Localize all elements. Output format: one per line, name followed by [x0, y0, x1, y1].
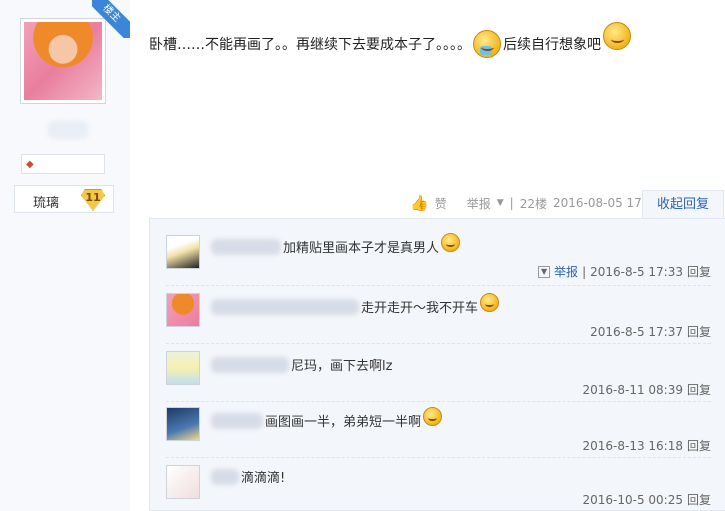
- smile-emoji-icon: [603, 22, 631, 50]
- reply-avatar[interactable]: [166, 465, 200, 499]
- reply-item: 画图画一半，弟弟短一半啊 2016-8-13 16:18 回复: [166, 405, 711, 458]
- reply-meta: 2016-8-5 17:37 回复: [590, 323, 711, 340]
- collapse-replies-button[interactable]: 收起回复: [642, 190, 724, 219]
- reply-body: 画图画一半，弟弟短一半啊: [211, 407, 444, 430]
- post-content: 卧槽……不能再画了。。再继续下去要成本子了。。。。 后续自行想象吧: [149, 22, 633, 58]
- reply-body: 走开走开～我不开车: [211, 293, 501, 316]
- reply-datetime: 2016-8-5 17:37: [590, 324, 683, 339]
- floor-number: 22楼: [519, 196, 547, 211]
- author-name-redacted[interactable]: [48, 121, 88, 139]
- reply-text: 画图画一半，弟弟短一半啊: [265, 415, 422, 430]
- separator: |: [582, 264, 587, 279]
- avatar-image: [24, 22, 102, 100]
- role-ribbon: 楼主: [92, 0, 130, 38]
- reply-username-redacted[interactable]: [211, 412, 263, 429]
- reply-username-redacted[interactable]: [211, 238, 281, 255]
- reply-meta: 2016-8-11 08:39 回复: [582, 381, 711, 398]
- reply-text: 走开走开～我不开车: [361, 301, 479, 316]
- reply-button[interactable]: 回复: [687, 437, 711, 454]
- thumbs-up-icon[interactable]: 👍: [410, 194, 429, 212]
- reply-body: 滴滴滴!: [211, 467, 285, 486]
- reply-datetime: 2016-8-5 17:33: [590, 264, 683, 279]
- reply-text: 滴滴滴!: [241, 471, 286, 486]
- level-name: 琉璃: [33, 196, 60, 211]
- reply-datetime: 2016-8-11 08:39: [582, 382, 683, 397]
- reply-item: 走开走开～我不开车 2016-8-5 17:37 回复: [166, 291, 711, 344]
- reply-text: 加精贴里画本子才是真男人: [283, 241, 440, 256]
- reply-meta: 2016-10-5 00:25 回复: [582, 491, 711, 508]
- reply-username-redacted[interactable]: [211, 468, 239, 485]
- smile-emoji-icon: [441, 233, 461, 252]
- reply-text: 尼玛，画下去啊lz: [291, 359, 393, 374]
- reply-avatar[interactable]: [166, 351, 200, 385]
- reply-button[interactable]: 回复: [687, 323, 711, 340]
- smile-emoji-icon: [480, 293, 500, 312]
- reply-report-button[interactable]: 举报: [554, 263, 578, 280]
- role-badge: 楼主: [92, 0, 130, 38]
- level-badge-icon: 11: [81, 189, 105, 211]
- dropdown-toggle-icon[interactable]: ▼: [538, 265, 551, 278]
- post-text-main: 卧槽……不能再画了。。再继续下去要成本子了。。。。: [149, 37, 471, 53]
- reply-item: 尼玛，画下去啊lz 2016-8-11 08:39 回复: [166, 349, 711, 402]
- reply-button[interactable]: 回复: [687, 263, 711, 280]
- reply-meta: 2016-8-13 16:18 回复: [582, 437, 711, 454]
- reply-item: 滴滴滴! 2016-10-5 00:25 回复: [166, 463, 711, 511]
- reply-username-redacted[interactable]: [211, 298, 359, 315]
- reply-datetime: 2016-10-5 00:25: [582, 492, 683, 507]
- game-controller-icon: ◆: [26, 159, 34, 170]
- reply-item: 加精贴里画本子才是真男人 ▼ 举报 | 2016-8-5 17:33 回复: [166, 233, 711, 286]
- reply-avatar[interactable]: [166, 235, 200, 269]
- user-badge-row: ◆: [21, 154, 105, 174]
- sick-face-emoji-icon: [473, 30, 501, 58]
- post-text-end: 后续自行想象吧: [503, 37, 601, 53]
- level-tag[interactable]: 琉璃 11: [14, 185, 114, 213]
- like-button[interactable]: 赞: [435, 195, 447, 212]
- reply-avatar[interactable]: [166, 293, 200, 327]
- reply-body: 尼玛，画下去啊lz: [211, 355, 392, 374]
- post-meta-bar: 👍 赞 举报 ▼ | 22楼 2016-08-05 17:06: [410, 193, 661, 213]
- reply-button[interactable]: 回复: [687, 491, 711, 508]
- reply-username-redacted[interactable]: [211, 356, 289, 373]
- smile-emoji-icon: [423, 407, 443, 426]
- reply-list: 加精贴里画本子才是真男人 ▼ 举报 | 2016-8-5 17:33 回复 走开…: [149, 218, 725, 511]
- reply-meta: ▼ 举报 | 2016-8-5 17:33 回复: [538, 263, 711, 280]
- reply-body: 加精贴里画本子才是真男人: [211, 233, 462, 256]
- reply-avatar[interactable]: [166, 407, 200, 441]
- author-sidebar: 楼主 ◆ 琉璃 11: [0, 0, 130, 511]
- chevron-down-icon[interactable]: ▼: [497, 198, 504, 208]
- reply-datetime: 2016-8-13 16:18: [582, 438, 683, 453]
- separator: |: [509, 196, 514, 210]
- report-button[interactable]: 举报: [467, 195, 491, 212]
- reply-button[interactable]: 回复: [687, 381, 711, 398]
